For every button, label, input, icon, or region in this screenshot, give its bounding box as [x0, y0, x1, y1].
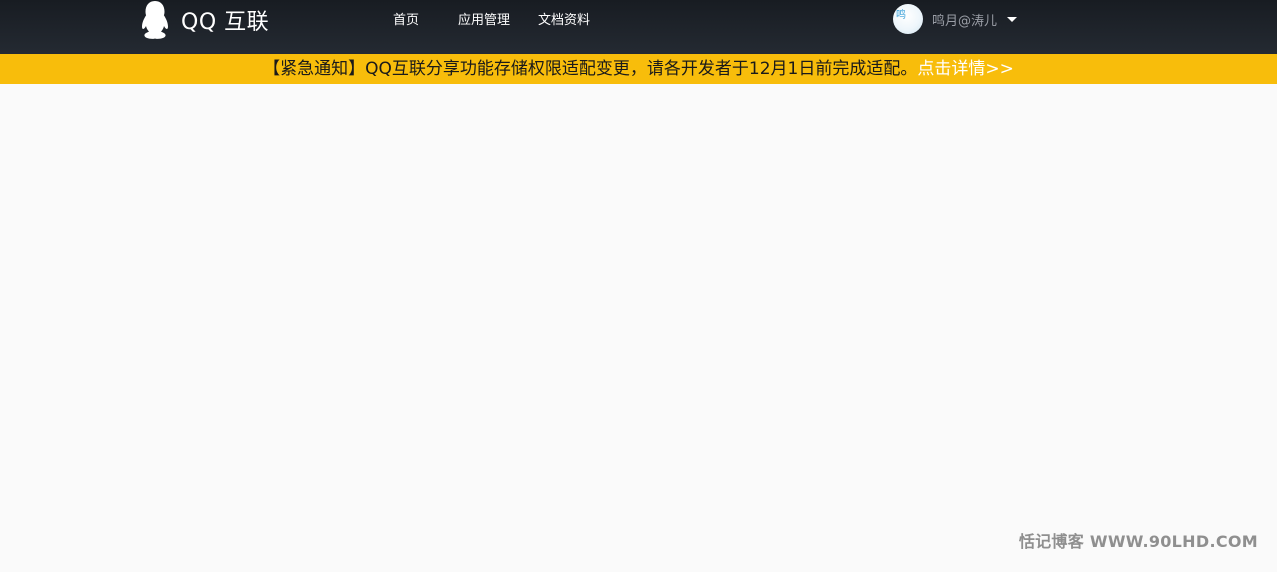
nav-app-management-link[interactable]: 应用管理	[458, 9, 510, 28]
nav-home-link[interactable]: 首页	[393, 9, 419, 28]
top-navbar: QQ 互联 首页 应用管理 文档资料 鸣 鸣月@涛儿	[0, 0, 1277, 54]
urgent-notice-banner: 【紧急通知】QQ互联分享功能存储权限适配变更，请各开发者于12月1日前完成适配。…	[0, 54, 1277, 84]
username[interactable]: 鸣月@涛儿	[932, 10, 997, 29]
avatar[interactable]: 鸣	[893, 4, 923, 34]
notice-text: 【紧急通知】QQ互联分享功能存储权限适配变更，请各开发者于12月1日前完成适配。	[263, 59, 918, 79]
watermark: 恬记博客 WWW.90LHD.COM	[1018, 532, 1258, 551]
logo[interactable]: QQ 互联	[137, 0, 269, 40]
nav-documents-link[interactable]: 文档资料	[538, 9, 590, 28]
user-menu[interactable]: 鸣 鸣月@涛儿	[893, 3, 1018, 35]
caret-down-icon[interactable]	[1007, 16, 1018, 22]
notice-details-link[interactable]: 点击详情>>	[917, 59, 1014, 79]
avatar-text: 鸣	[896, 10, 907, 21]
qq-penguin-icon	[142, 1, 168, 39]
logo-text: QQ 互联	[181, 10, 270, 35]
main-content: 恬记博客 WWW.90LHD.COM	[0, 84, 1277, 572]
